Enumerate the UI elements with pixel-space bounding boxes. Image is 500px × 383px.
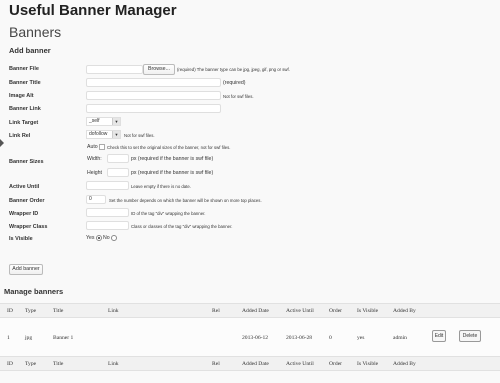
width-label: Width: [87,156,102,162]
auto-label: Auto [87,144,98,150]
banner-file-hint: (required) The banner type can be jpg, j… [177,67,290,72]
banner-link-label: Banner Link [9,106,41,112]
cell-order: 0 [329,335,332,341]
banner-file-input[interactable] [86,65,143,74]
col-active-until[interactable]: Active Until [286,361,314,367]
auto-checkbox[interactable] [99,144,105,150]
chevron-down-icon: ▼ [112,118,120,125]
cell-id: 1 [7,335,10,341]
visible-yes-radio[interactable] [96,235,102,241]
table-header: ID Type Title Link Rel Added Date Active… [0,303,500,318]
wrapper-class-hint: Class or classes of the tag "div" wrappi… [131,224,233,229]
cell-title: Banner 1 [53,335,74,341]
cell-added-date: 2013-06-12 [242,335,269,341]
collapse-arrow-icon[interactable] [0,139,4,147]
wrapper-id-label: Wrapper ID [9,211,39,217]
col-is-visible[interactable]: Is Visible [357,308,378,314]
col-link[interactable]: Link [108,361,119,367]
link-rel-select[interactable]: dofollow ▼ [86,130,121,139]
banner-sizes-label: Banner Sizes [9,159,44,165]
chevron-down-icon: ▼ [112,131,120,138]
browse-button[interactable]: Browse... [143,64,175,75]
table-footer: ID Type Title Link Rel Added Date Active… [0,356,500,371]
width-hint: px (required if the banner is swf file) [131,156,214,162]
col-rel[interactable]: Rel [212,308,220,314]
edit-button[interactable]: Edit [432,330,446,342]
wrapper-id-hint: ID of the tag "div" wrapping the banner. [131,211,206,216]
col-title[interactable]: Title [53,361,63,367]
active-until-input[interactable] [86,181,129,190]
cell-active-until: 2013-06-28 [286,335,313,341]
link-rel-hint: Not for swf files. [124,133,155,138]
col-added-date[interactable]: Added Date [242,308,269,314]
width-input[interactable] [107,154,129,163]
cell-added-by: admin [393,335,407,341]
col-id[interactable]: ID [7,308,13,314]
col-link[interactable]: Link [108,308,119,314]
col-title[interactable]: Title [53,308,63,314]
cell-is-visible: yes [357,335,365,341]
col-rel[interactable]: Rel [212,361,220,367]
page-title: Banners [9,24,62,40]
banner-order-label: Banner Order [9,198,45,204]
banner-order-hint: Set the number depends on which the bann… [109,198,262,203]
col-id[interactable]: ID [7,361,13,367]
col-added-by[interactable]: Added By [393,361,416,367]
image-alt-hint: Not for swf files. [223,94,254,99]
banner-link-input[interactable] [86,104,221,113]
link-rel-value: dofollow [89,131,108,137]
col-added-date[interactable]: Added Date [242,361,269,367]
app-title: Useful Banner Manager [9,2,177,19]
banner-title-input[interactable] [86,78,221,87]
yes-label: Yes [86,235,95,241]
banner-title-hint: (required) [223,80,246,86]
add-banner-button[interactable]: Add banner [9,264,43,275]
col-type[interactable]: Type [25,361,36,367]
no-label: No [103,235,110,241]
is-visible-label: Is Visible [9,236,33,242]
height-hint: px (required if the banner is swf file) [131,170,214,176]
manage-banners-heading: Manage banners [4,287,64,296]
col-order[interactable]: Order [329,361,342,367]
visible-no-radio[interactable] [111,235,117,241]
wrapper-id-input[interactable] [86,208,129,217]
col-type[interactable]: Type [25,308,36,314]
banner-file-label: Banner File [9,66,39,72]
height-input[interactable] [107,168,129,177]
wrapper-class-input[interactable] [86,221,129,230]
wrapper-class-label: Wrapper Class [9,224,48,230]
table-row: 1 jpg Banner 1 2013-06-12 2013-06-28 0 y… [0,318,500,356]
image-alt-label: Image Alt [9,93,34,99]
link-target-label: Link Target [9,120,39,126]
link-rel-label: Link Rel [9,133,31,139]
height-label: Height [87,170,102,176]
banner-title-label: Banner Title [9,80,41,86]
link-target-value: _self [89,118,100,124]
link-target-select[interactable]: _self ▼ [86,117,121,126]
add-banner-heading: Add banner [9,46,51,55]
active-until-hint: Leave empty if there is no date. [131,184,191,189]
col-order[interactable]: Order [329,308,342,314]
banner-order-input[interactable]: 0 [86,195,106,204]
image-alt-input[interactable] [86,91,221,100]
col-is-visible[interactable]: Is Visible [357,361,378,367]
delete-button[interactable]: Delete [459,330,481,342]
active-until-label: Active Until [9,184,40,190]
cell-type: jpg [25,335,33,341]
col-added-by[interactable]: Added By [393,308,416,314]
col-active-until[interactable]: Active Until [286,308,314,314]
auto-hint: Check this to set the original sizes of … [107,145,231,150]
